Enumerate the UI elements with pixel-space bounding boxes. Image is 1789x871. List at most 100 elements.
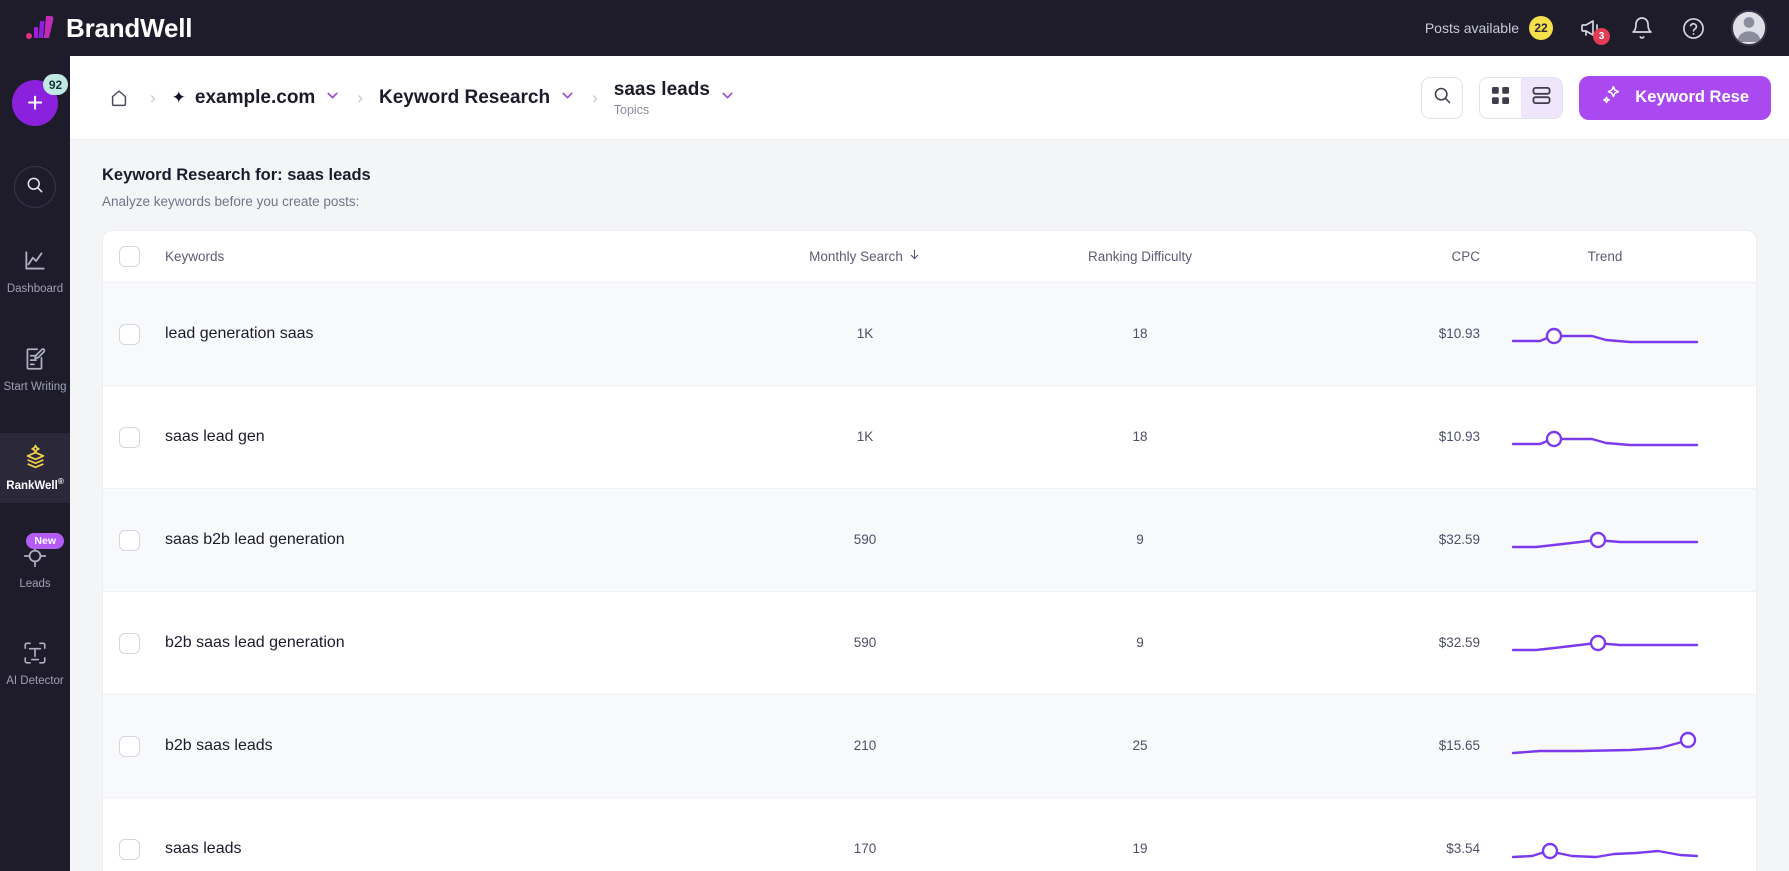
trend-sparkline bbox=[1511, 731, 1697, 755]
breadcrumb-label: Keyword Research bbox=[379, 86, 551, 108]
table-row[interactable]: saas lead gen 1K 18 $10.93 bbox=[103, 386, 1756, 489]
select-all-checkbox[interactable] bbox=[119, 246, 140, 267]
page-subtitle: Analyze keywords before you create posts… bbox=[102, 194, 360, 209]
row-checkbox[interactable] bbox=[119, 426, 140, 448]
keyword-label: b2b saas lead generation bbox=[165, 634, 345, 651]
chevron-down-icon[interactable] bbox=[324, 87, 341, 109]
table-row[interactable]: saas leads 170 19 $3.54 bbox=[103, 798, 1756, 871]
monthly-search-value: 1K bbox=[856, 429, 874, 444]
sidebar-item-rankwell[interactable]: RankWell® bbox=[0, 433, 70, 503]
row-checkbox[interactable] bbox=[119, 529, 140, 551]
table-row[interactable]: b2b saas leads 210 25 $15.65 bbox=[103, 695, 1756, 798]
chevron-down-icon[interactable] bbox=[719, 87, 736, 109]
row-checkbox[interactable] bbox=[119, 323, 140, 345]
keyword-research-button[interactable]: Keyword Rese bbox=[1579, 75, 1771, 120]
row-checkbox[interactable] bbox=[119, 735, 140, 757]
help-circle-icon[interactable] bbox=[1680, 15, 1706, 41]
sidebar-item-start-writing[interactable]: Start Writing bbox=[0, 336, 70, 404]
column-header-label: Monthly Search bbox=[809, 248, 903, 264]
ranking-difficulty-value: 18 bbox=[1132, 429, 1148, 444]
create-credits-badge: 92 bbox=[43, 74, 68, 95]
column-header-trend: Trend bbox=[1587, 249, 1623, 264]
ranking-difficulty-value: 18 bbox=[1132, 326, 1148, 341]
bell-icon[interactable] bbox=[1629, 15, 1655, 41]
cpc-value: $3.54 bbox=[1446, 841, 1480, 856]
ranking-difficulty-value: 9 bbox=[1136, 635, 1144, 650]
breadcrumb-item-site[interactable]: ✦ example.com bbox=[172, 87, 342, 109]
breadcrumb-item-keyword-research[interactable]: Keyword Research bbox=[379, 87, 576, 109]
grid-view-button[interactable] bbox=[1480, 77, 1522, 118]
registered-mark: ® bbox=[57, 477, 64, 487]
breadcrumb-label: example.com bbox=[194, 86, 316, 108]
topbar-actions: Posts available 22 3 bbox=[1425, 10, 1789, 46]
page-header: › ✦ example.com › Keyword Research › saa… bbox=[70, 56, 1789, 140]
breadcrumb-separator: › bbox=[150, 87, 156, 107]
breadcrumb-sublabel: Topics bbox=[613, 102, 650, 117]
cpc-value: $10.93 bbox=[1438, 326, 1480, 341]
column-header-monthly-search[interactable]: Monthly Search bbox=[809, 248, 921, 264]
sidebar-item-ai-detector[interactable]: AI Detector bbox=[0, 630, 70, 698]
breadcrumb-item-topic[interactable]: saas leads Topics bbox=[614, 79, 736, 117]
column-header-cpc[interactable]: CPC bbox=[1451, 249, 1480, 264]
brand-logo-group[interactable]: BrandWell bbox=[0, 13, 192, 44]
sidebar-item-label: AI Detector bbox=[6, 675, 64, 688]
left-rail: + 92 Dashboard Start Writing RankWell® N… bbox=[0, 56, 70, 871]
row-checkbox[interactable] bbox=[119, 632, 140, 654]
breadcrumb-separator: › bbox=[357, 87, 363, 107]
keyword-label: saas lead gen bbox=[165, 428, 265, 445]
grid-view-icon bbox=[1491, 86, 1510, 110]
rail-search-button[interactable] bbox=[14, 166, 56, 208]
cpc-value: $15.65 bbox=[1438, 738, 1480, 753]
trend-sparkline bbox=[1511, 327, 1699, 345]
view-toggle-group bbox=[1479, 76, 1564, 119]
home-icon[interactable] bbox=[104, 83, 134, 113]
row-checkbox[interactable] bbox=[119, 838, 140, 860]
brand-name: BrandWell bbox=[66, 12, 193, 43]
posts-available-count: 22 bbox=[1529, 16, 1553, 40]
sparkle-icon: ✦ bbox=[171, 87, 186, 107]
main-content: Keyword Research for: saas leads Analyze… bbox=[70, 140, 1789, 871]
trend-sparkline bbox=[1511, 842, 1699, 860]
create-button-wrap: + 92 bbox=[12, 74, 68, 126]
trend-sparkline bbox=[1511, 634, 1699, 652]
table-row[interactable]: b2b saas lead generation 590 9 $32.59 bbox=[103, 592, 1756, 695]
chevron-down-icon[interactable] bbox=[559, 87, 576, 109]
sidebar-item-label: Leads bbox=[19, 577, 51, 590]
breadcrumb-label: saas leads bbox=[613, 78, 710, 100]
column-header-ranking-difficulty[interactable]: Ranking Difficulty bbox=[1088, 249, 1192, 264]
sidebar-item-leads[interactable]: New Leads bbox=[0, 532, 70, 601]
ranking-difficulty-value: 19 bbox=[1132, 841, 1148, 856]
monthly-search-value: 1K bbox=[856, 326, 874, 341]
layers-star-icon bbox=[20, 441, 50, 471]
monthly-search-value: 170 bbox=[853, 841, 877, 856]
document-pencil-icon bbox=[20, 344, 50, 374]
sidebar-item-label: Dashboard bbox=[6, 283, 64, 295]
breadcrumb: › ✦ example.com › Keyword Research › saa… bbox=[104, 79, 736, 117]
arrow-down-icon bbox=[908, 248, 921, 264]
sidebar-item-label: RankWell® bbox=[6, 477, 64, 493]
chart-line-icon bbox=[20, 246, 50, 276]
top-bar: BrandWell Posts available 22 3 bbox=[0, 0, 1789, 56]
monthly-search-value: 590 bbox=[853, 532, 877, 547]
page-title: Keyword Research for: saas leads bbox=[102, 166, 371, 184]
trend-sparkline bbox=[1511, 430, 1699, 448]
megaphone-badge: 3 bbox=[1593, 28, 1610, 45]
header-actions: Keyword Rese bbox=[1421, 75, 1771, 120]
avatar[interactable] bbox=[1731, 10, 1767, 46]
monthly-search-value: 590 bbox=[853, 635, 877, 650]
search-button[interactable] bbox=[1421, 76, 1464, 119]
cpc-value: $10.93 bbox=[1438, 429, 1480, 444]
posts-available[interactable]: Posts available 22 bbox=[1425, 16, 1553, 40]
keyword-label: saas leads bbox=[165, 840, 242, 857]
select-all-cell bbox=[119, 246, 165, 267]
ranking-difficulty-value: 25 bbox=[1132, 738, 1148, 753]
table-row[interactable]: saas b2b lead generation 590 9 $32.59 bbox=[103, 489, 1756, 592]
sidebar-item-dashboard[interactable]: Dashboard bbox=[0, 238, 70, 306]
ranking-difficulty-value: 9 bbox=[1136, 532, 1144, 547]
megaphone-icon[interactable]: 3 bbox=[1578, 15, 1610, 45]
column-header-keywords[interactable]: Keywords bbox=[165, 249, 224, 264]
posts-available-label: Posts available bbox=[1424, 20, 1519, 36]
table-row[interactable]: lead generation saas 1K 18 $10.93 bbox=[103, 283, 1756, 386]
list-view-button[interactable] bbox=[1521, 77, 1563, 118]
table-header-row: Keywords Monthly Search Ranking Difficul… bbox=[103, 231, 1756, 283]
